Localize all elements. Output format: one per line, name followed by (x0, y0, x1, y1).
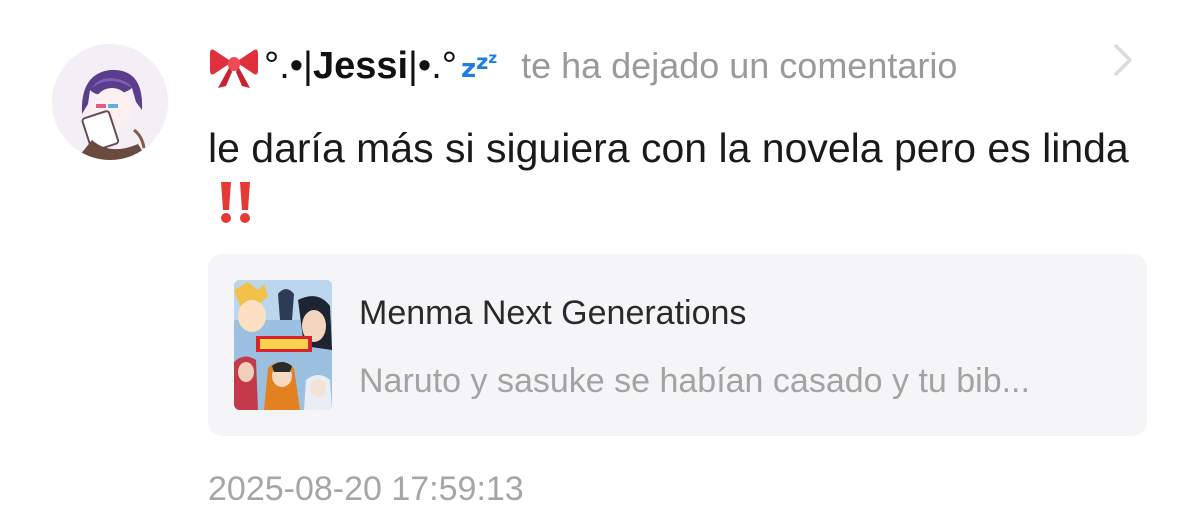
zzz-sleeping-icon: zzz (460, 48, 498, 84)
username-decoration-left: °.•| (264, 44, 313, 87)
username-decoration-right: |•.° (408, 44, 457, 87)
username-text: Jessi (312, 44, 409, 87)
ribbon-bow-icon (208, 42, 260, 90)
story-cover-image (234, 280, 332, 410)
action-text: te ha dejado un comentario (521, 45, 958, 86)
comment-body: le daría más si siguiera con la novela p… (208, 120, 1148, 232)
avatar-image (52, 44, 168, 160)
story-description: Naruto y sasuke se habían casado y tu bi… (359, 362, 1030, 400)
story-title: Menma Next Generations (359, 294, 747, 332)
double-exclamation-icon (216, 180, 256, 224)
username[interactable]: °.•|Jessi|•.° (264, 45, 457, 88)
comment-text: le daría más si siguiera con la novela p… (208, 125, 1129, 171)
chevron-right-icon[interactable] (1108, 40, 1138, 80)
notification-header: °.•|Jessi|•.° zzz te ha dejado un coment… (208, 36, 957, 96)
timestamp: 2025-08-20 17:59:13 (208, 470, 524, 508)
story-card[interactable]: Menma Next Generations Naruto y sasuke s… (208, 254, 1147, 436)
user-avatar[interactable] (52, 44, 168, 160)
